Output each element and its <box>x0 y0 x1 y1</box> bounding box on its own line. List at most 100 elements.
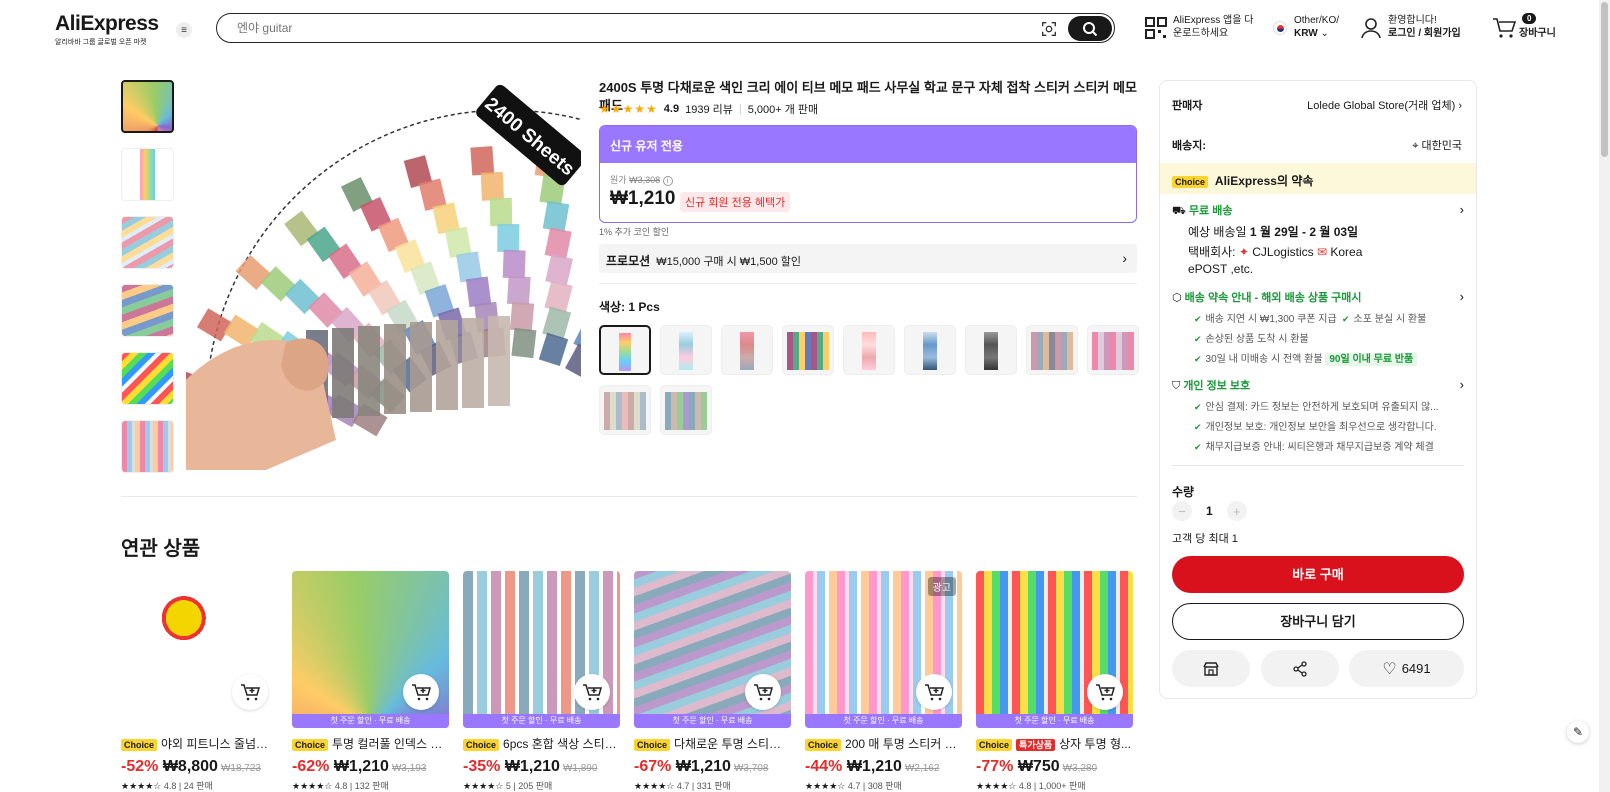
related-product-name[interactable]: Choice 야외 피트니스 줄넘기 ... <box>121 735 278 752</box>
share-button[interactable] <box>1261 650 1339 687</box>
check-icon: ✔ <box>1194 334 1202 344</box>
info-icon[interactable]: i <box>662 176 673 186</box>
sale-price: ₩8,800 <box>162 758 218 775</box>
menu-icon[interactable]: ≡ <box>176 22 192 38</box>
decrement-button[interactable]: − <box>1172 501 1192 521</box>
swatch-7[interactable] <box>965 325 1017 375</box>
divider <box>1172 465 1464 466</box>
promise-item-1: ✔ 배송 지연 시 ₩1,300 쿠폰 지급 <box>1194 310 1337 325</box>
thumbnail-3[interactable] <box>121 216 174 269</box>
add-to-cart-icon[interactable] <box>574 674 610 710</box>
related-product-price: -52% ₩8,800 ₩18,723 <box>121 758 278 776</box>
swatch-9[interactable] <box>1087 325 1139 375</box>
store-button[interactable] <box>1172 650 1250 687</box>
related-product-name[interactable]: Choice 특가상품 상자 투명 형... <box>976 735 1133 752</box>
region-text: Other/KO/ <box>1294 15 1340 26</box>
promotion-row[interactable]: 프로모션 ₩15,000 구매 시 ₩1,500 할인 › <box>599 244 1137 273</box>
search-button[interactable] <box>1068 16 1112 41</box>
seller-link[interactable]: Lolede Global Store(거래 업체) › <box>1307 97 1462 113</box>
free-shipping-row[interactable]: ⛟ 무료 배송 › <box>1172 202 1464 219</box>
price-tag: 신규 회원 전용 혜택가 <box>680 192 791 212</box>
thumbnail-6[interactable] <box>121 420 174 473</box>
sold-count: 308 판매 <box>867 781 902 791</box>
seller-label: 판매자 <box>1172 100 1203 112</box>
image-sticker-stack <box>332 328 354 418</box>
wishlist-button[interactable]: ♡ 6491 <box>1349 650 1464 687</box>
promise-item-3: ✔ 손상된 상품 도착 시 환불 <box>1194 330 1309 345</box>
sale-price: ₩1,210 <box>504 758 560 775</box>
related-product-card[interactable]: 첫 주문 할인 · 무료 배송 Choice 특가상품 상자 투명 형... -77% … <box>976 571 1133 792</box>
related-product-image[interactable]: 첫 주문 할인 · 무료 배송 <box>634 571 791 728</box>
related-product-card[interactable]: 첫 주문 할인 · 무료 배송 Choice 다채로운 투명 스티커 ... -67%… <box>634 571 791 792</box>
related-product-card[interactable]: 첫 주문 할인 · 무료 배송 Choice 투명 컬러풀 인덱스 크... -62%… <box>292 571 449 792</box>
user-icon[interactable] <box>1361 17 1381 39</box>
logo[interactable]: AliExpress 알리바바 그룹 글로벌 오픈 마켓 <box>55 12 159 47</box>
thumbnail-2[interactable] <box>121 148 174 201</box>
rating-value: 4.9 <box>663 103 680 115</box>
edit-feedback-icon[interactable]: ✎ <box>1567 721 1589 743</box>
chevron-right-icon: › <box>1459 377 1464 392</box>
image-sticker-stack <box>488 316 510 406</box>
increment-button[interactable]: + <box>1226 501 1247 521</box>
promise-text-3: 손상된 상품 도착 시 환불 <box>1205 334 1309 345</box>
rating-value: 4.8 <box>1018 781 1032 791</box>
thumbnail-1[interactable] <box>121 80 174 133</box>
swatch-4[interactable] <box>782 325 834 375</box>
buy-now-button[interactable]: 바로 구매 <box>1172 556 1464 593</box>
scrollbar-thumb[interactable] <box>1601 2 1608 157</box>
main-product-image[interactable]: 2400 Sheets <box>186 80 581 470</box>
related-product-image[interactable] <box>121 571 278 728</box>
related-product-name[interactable]: Choice 6pcs 혼합 색상 스티커... <box>463 735 620 752</box>
ship-to-selector[interactable]: ⌖ 대한민국 <box>1412 137 1462 153</box>
thumbnail-4[interactable] <box>121 284 174 337</box>
discount-percent: -35% <box>463 758 501 775</box>
swatch-8[interactable] <box>1026 325 1078 375</box>
add-to-cart-icon[interactable] <box>403 674 439 710</box>
related-product-card[interactable]: 첫 주문 할인 · 무료 배송 광고 Choice 200 매 투명 스티커 메...… <box>805 571 962 792</box>
qr-code-icon[interactable] <box>1145 17 1167 39</box>
cart-icon[interactable] <box>1492 17 1516 39</box>
privacy-row[interactable]: ⛉ 개인 정보 보호 › <box>1172 377 1464 393</box>
related-product-card[interactable]: 첫 주문 할인 · 무료 배송 Choice 6pcs 혼합 색상 스티커... -3… <box>463 571 620 792</box>
related-product-name[interactable]: Choice 200 매 투명 스티커 메... <box>805 735 962 752</box>
add-to-cart-button[interactable]: 장바구니 담기 <box>1172 603 1464 640</box>
location-pin-icon: ⌖ <box>1412 140 1419 152</box>
swatch-1[interactable] <box>599 325 651 375</box>
courier-row: 택배회사: ✦ CJLogistics ✉ Korea ePOST ,etc. <box>1188 244 1458 278</box>
related-product-image[interactable]: 첫 주문 할인 · 무료 배송 <box>463 571 620 728</box>
related-product-price: -44% ₩1,210 ₩2,162 <box>805 758 962 776</box>
delivery-promise-row[interactable]: ⬡ 배송 약속 안내 - 해외 배송 상품 구매시 › <box>1172 289 1464 305</box>
related-product-image[interactable]: 첫 주문 할인 · 무료 배송 <box>292 571 449 728</box>
add-to-cart-icon[interactable] <box>1087 674 1123 710</box>
swatch-5[interactable] <box>843 325 895 375</box>
swatch-2[interactable] <box>660 325 712 375</box>
account-link[interactable]: 환영합니다! 로그인 / 회원가입 <box>1388 14 1461 40</box>
swatch-10[interactable] <box>599 385 651 435</box>
image-search-icon[interactable] <box>1040 20 1058 38</box>
thumbnail-5[interactable] <box>121 352 174 405</box>
logo-subtitle: 알리바바 그룹 글로벌 오픈 마켓 <box>55 39 147 46</box>
related-product-image[interactable]: 첫 주문 할인 · 무료 배송 <box>976 571 1133 728</box>
thumbnail-list <box>121 80 176 488</box>
promise-text-4: 30일 내 미배송 시 전액 환불 <box>1205 354 1323 365</box>
swatch-3[interactable] <box>721 325 773 375</box>
quantity-value[interactable]: 1 <box>1206 504 1213 518</box>
search-input[interactable] <box>237 19 997 37</box>
related-product-name[interactable]: Choice 다채로운 투명 스티커 ... <box>634 735 791 752</box>
add-to-cart-icon[interactable] <box>232 674 268 710</box>
related-product-meta: ★★★★☆ 4.7 | 331 판매 <box>634 781 731 791</box>
swatch-11[interactable] <box>660 385 712 435</box>
add-to-cart-icon[interactable] <box>745 674 781 710</box>
choice-badge: Choice <box>1172 176 1209 188</box>
app-download-link[interactable]: AliExpress 앱을 다 운로드하세요 <box>1173 14 1253 40</box>
cart-label[interactable]: 장바구니 <box>1519 27 1556 40</box>
add-to-cart-icon[interactable] <box>916 674 952 710</box>
related-product-price: -62% ₩1,210 ₩3,193 <box>292 758 449 776</box>
swatch-6[interactable] <box>904 325 956 375</box>
related-product-name[interactable]: Choice 투명 컬러풀 인덱스 크... <box>292 735 449 752</box>
choice-badge: Choice <box>634 739 671 751</box>
region-currency-selector[interactable]: Other/KO/ KRW ⌄ <box>1294 14 1339 40</box>
review-count[interactable]: 1939 리뷰 <box>685 101 733 117</box>
related-product-image[interactable]: 첫 주문 할인 · 무료 배송 광고 <box>805 571 962 728</box>
related-product-card[interactable]: Choice 야외 피트니스 줄넘기 ... -52% ₩8,800 ₩18,723 ★… <box>121 571 278 792</box>
